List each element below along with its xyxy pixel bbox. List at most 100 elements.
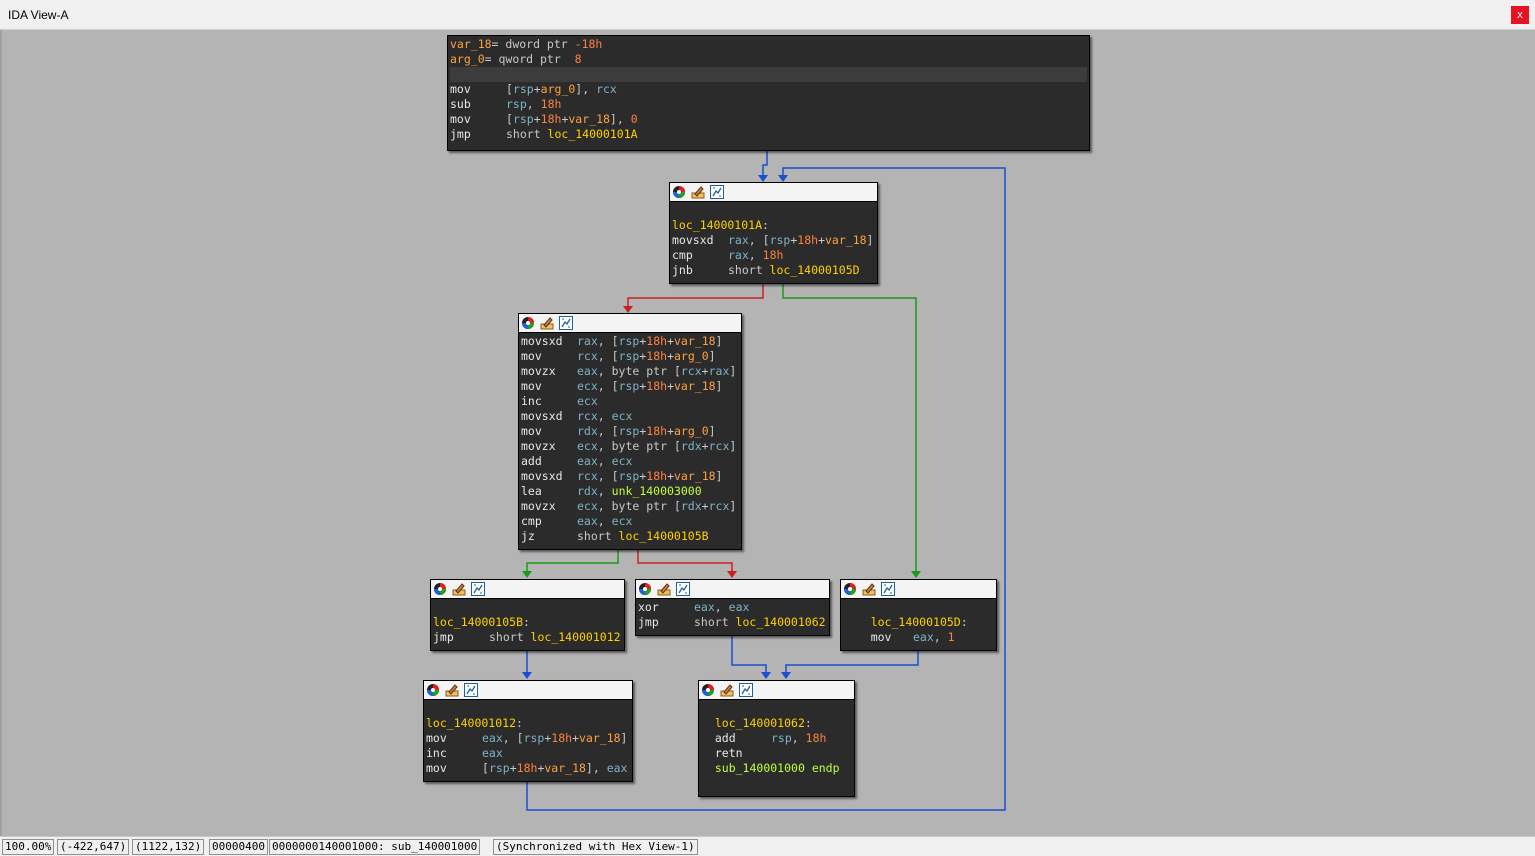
node-header[interactable] bbox=[424, 681, 632, 700]
operand-token[interactable]: loc_140001012 bbox=[426, 716, 516, 730]
asm-line[interactable]: mov [rsp+18h+var_18], eax bbox=[426, 761, 630, 776]
node-loc-14000101a[interactable]: loc_14000101A: movsxd rax, [rsp+18h+var_18… bbox=[669, 182, 878, 284]
asm-line[interactable]: mov eax, 1 bbox=[843, 630, 994, 645]
asm-line[interactable]: movsxd rax, [rsp+18h+var_18] bbox=[672, 233, 875, 248]
graph-icon[interactable] bbox=[559, 316, 573, 330]
operand-token[interactable]: arg_0 bbox=[450, 52, 485, 66]
node-loc-14000105d[interactable]: loc_14000105D: mov eax, 1 bbox=[840, 579, 997, 651]
asm-line[interactable] bbox=[433, 600, 622, 615]
operand-token[interactable]: var_18 bbox=[568, 112, 610, 126]
color-palette-icon[interactable] bbox=[638, 582, 652, 595]
operand-token[interactable]: var_18 bbox=[674, 379, 716, 393]
graph-icon[interactable] bbox=[471, 582, 485, 596]
graph-icon[interactable] bbox=[676, 582, 690, 596]
node-loop-body[interactable]: movsxd rax, [rsp+18h+var_18] mov rcx, [rsp+… bbox=[518, 313, 742, 550]
operand-token[interactable]: sub_140001000 bbox=[715, 761, 805, 775]
edit-title-icon[interactable] bbox=[445, 683, 459, 697]
asm-line[interactable]: jmp short loc_14000101A bbox=[450, 127, 1087, 142]
edit-title-icon[interactable] bbox=[657, 582, 671, 596]
asm-line[interactable] bbox=[701, 701, 852, 716]
asm-line[interactable]: sub rsp, 18h bbox=[450, 97, 1087, 112]
operand-token[interactable]: var_18 bbox=[825, 233, 867, 247]
asm-line[interactable]: arg_0= qword ptr 8 bbox=[450, 52, 1087, 67]
asm-line[interactable]: xor eax, eax bbox=[638, 600, 827, 615]
graph-icon[interactable] bbox=[710, 185, 724, 199]
asm-line[interactable]: mov [rsp+arg_0], rcx bbox=[450, 82, 1087, 97]
operand-token[interactable]: var_18 bbox=[544, 761, 586, 775]
node-loc-140001062[interactable]: loc_140001062: add rsp, 18h retn sub_1400… bbox=[698, 680, 855, 797]
asm-line[interactable]: inc ecx bbox=[521, 394, 739, 409]
edit-title-icon[interactable] bbox=[691, 185, 705, 199]
asm-line[interactable]: loc_14000101A: bbox=[672, 218, 875, 233]
close-button[interactable]: x bbox=[1511, 6, 1529, 24]
asm-line[interactable]: add eax, ecx bbox=[521, 454, 739, 469]
asm-line[interactable]: mov [rsp+18h+var_18], 0 bbox=[450, 112, 1087, 127]
asm-line[interactable]: movzx ecx, byte ptr [rdx+rcx] bbox=[521, 439, 739, 454]
edit-title-icon[interactable] bbox=[720, 683, 734, 697]
asm-line[interactable] bbox=[672, 203, 875, 218]
asm-line[interactable] bbox=[701, 776, 852, 791]
asm-line[interactable]: jmp short loc_140001062 bbox=[638, 615, 827, 630]
asm-line[interactable]: mov rdx, [rsp+18h+arg_0] bbox=[521, 424, 739, 439]
color-palette-icon[interactable] bbox=[521, 316, 535, 329]
asm-line[interactable] bbox=[843, 600, 994, 615]
operand-token[interactable]: arg_0 bbox=[541, 82, 576, 96]
asm-line[interactable]: sub_140001000 endp bbox=[701, 761, 852, 776]
color-palette-icon[interactable] bbox=[433, 582, 447, 595]
asm-line[interactable]: inc eax bbox=[426, 746, 630, 761]
operand-token[interactable]: loc_140001062 bbox=[736, 615, 826, 629]
node-loc-140001012[interactable]: loc_140001012: mov eax, [rsp+18h+var_18] in… bbox=[423, 680, 633, 782]
operand-token[interactable]: arg_0 bbox=[674, 424, 709, 438]
asm-line[interactable]: jnb short loc_14000105D bbox=[672, 263, 875, 278]
asm-line[interactable]: cmp rax, 18h bbox=[672, 248, 875, 263]
asm-line[interactable] bbox=[426, 701, 630, 716]
node-header[interactable] bbox=[841, 580, 996, 599]
operand-token[interactable]: loc_14000105D bbox=[770, 263, 860, 277]
asm-line[interactable]: movsxd rcx, [rsp+18h+var_18] bbox=[521, 469, 739, 484]
operand-token[interactable]: var_18 bbox=[674, 469, 716, 483]
asm-line[interactable]: movsxd rax, [rsp+18h+var_18] bbox=[521, 334, 739, 349]
operand-token[interactable]: endp bbox=[812, 761, 840, 775]
node-header[interactable] bbox=[670, 183, 877, 202]
operand-token[interactable]: loc_14000101A bbox=[672, 218, 762, 232]
asm-line[interactable]: mov eax, [rsp+18h+var_18] bbox=[426, 731, 630, 746]
asm-line[interactable]: lea rdx, unk_140003000 bbox=[521, 484, 739, 499]
graph-icon[interactable] bbox=[739, 683, 753, 697]
operand-token[interactable]: loc_14000105D bbox=[871, 615, 961, 629]
node-header[interactable] bbox=[699, 681, 854, 700]
operand-token[interactable]: var_18 bbox=[450, 37, 492, 51]
asm-line[interactable]: retn bbox=[701, 746, 852, 761]
color-palette-icon[interactable] bbox=[701, 683, 715, 696]
node-header[interactable] bbox=[519, 314, 741, 333]
asm-line[interactable]: loc_14000105D: bbox=[843, 615, 994, 630]
asm-line[interactable]: mov ecx, [rsp+18h+var_18] bbox=[521, 379, 739, 394]
asm-line[interactable]: cmp eax, ecx bbox=[521, 514, 739, 529]
asm-line[interactable]: loc_140001062: bbox=[701, 716, 852, 731]
asm-line[interactable]: movzx eax, byte ptr [rcx+rax] bbox=[521, 364, 739, 379]
asm-line[interactable]: add rsp, 18h bbox=[701, 731, 852, 746]
operand-token[interactable]: var_18 bbox=[579, 731, 621, 745]
asm-line[interactable]: loc_140001012: bbox=[426, 716, 630, 731]
color-palette-icon[interactable] bbox=[672, 185, 686, 198]
operand-token[interactable]: arg_0 bbox=[674, 349, 709, 363]
edit-title-icon[interactable] bbox=[862, 582, 876, 596]
color-palette-icon[interactable] bbox=[843, 582, 857, 595]
operand-token[interactable]: var_18 bbox=[674, 334, 716, 348]
operand-token[interactable]: unk_140003000 bbox=[612, 484, 702, 498]
edit-title-icon[interactable] bbox=[540, 316, 554, 330]
asm-line[interactable]: jz short loc_14000105B bbox=[521, 529, 739, 544]
asm-line[interactable]: mov rcx, [rsp+18h+arg_0] bbox=[521, 349, 739, 364]
asm-line[interactable]: jmp short loc_140001012 bbox=[433, 630, 622, 645]
operand-token[interactable]: loc_140001012 bbox=[531, 630, 621, 644]
color-palette-icon[interactable] bbox=[426, 683, 440, 696]
node-header[interactable] bbox=[431, 580, 624, 599]
asm-line[interactable]: loc_14000105B: bbox=[433, 615, 622, 630]
graph-icon[interactable] bbox=[464, 683, 478, 697]
edit-title-icon[interactable] bbox=[452, 582, 466, 596]
operand-token[interactable]: loc_14000101A bbox=[548, 127, 638, 141]
asm-line[interactable]: var_18= dword ptr -18h bbox=[450, 37, 1087, 52]
operand-token[interactable]: loc_14000105B bbox=[433, 615, 523, 629]
graph-icon[interactable] bbox=[881, 582, 895, 596]
asm-line[interactable] bbox=[450, 67, 1087, 82]
node-fail[interactable]: xor eax, eax jmp short loc_140001062 bbox=[635, 579, 830, 636]
